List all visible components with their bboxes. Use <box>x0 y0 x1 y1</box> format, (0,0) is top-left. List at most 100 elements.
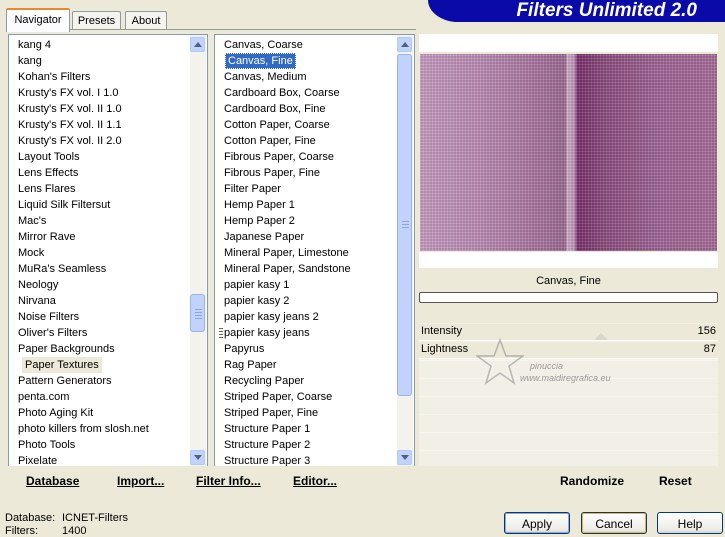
list-item[interactable]: Kohan's Filters <box>18 69 90 85</box>
list-item[interactable]: papier kasy 1 <box>224 277 289 293</box>
list-item[interactable]: Canvas, Medium <box>224 69 307 85</box>
list-item[interactable]: Nirvana <box>18 293 56 309</box>
list-item[interactable]: Mirror Rave <box>18 229 75 245</box>
list-item[interactable]: Cardboard Box, Fine <box>224 101 326 117</box>
tab-presets[interactable]: Presets <box>72 11 121 30</box>
list-item[interactable]: papier kasy jeans 2 <box>224 309 319 325</box>
arrow-down-icon <box>193 455 202 460</box>
list-item[interactable]: Rag Paper <box>224 357 277 373</box>
cancel-button[interactable]: Cancel <box>581 512 647 534</box>
scroll-down-button[interactable] <box>397 450 412 465</box>
list-item[interactable]: Mineral Paper, Limestone <box>224 245 349 261</box>
param-row-empty <box>419 396 718 413</box>
list-item[interactable]: Striped Paper, Fine <box>224 405 318 421</box>
list-item[interactable]: Paper Textures <box>22 357 102 373</box>
category-list[interactable]: kang 4 kang Kohan's Filters Krusty's FX vol… <box>8 34 208 468</box>
watermark-url: www.maidiregrafica.eu <box>520 373 611 383</box>
status-filters-value: 1400 <box>62 525 87 537</box>
list-item[interactable]: Cotton Paper, Fine <box>224 133 316 149</box>
filter-list[interactable]: Canvas, Coarse Canvas, Fine Canvas, Medium… <box>214 34 415 468</box>
param-intensity[interactable]: Intensity 156 <box>419 324 718 341</box>
list-item[interactable]: MuRa's Seamless <box>18 261 106 277</box>
preview-bottom-strip <box>419 252 718 268</box>
arrow-up-icon <box>400 42 409 47</box>
status-database-value: ICNET-Filters <box>62 512 128 524</box>
import-button[interactable]: Import... <box>117 474 164 489</box>
list-item[interactable]: Krusty's FX vol. II 1.0 <box>18 101 122 117</box>
scroll-thumb[interactable] <box>397 54 412 396</box>
param-value: 87 <box>703 343 716 355</box>
list-item[interactable]: Fibrous Paper, Coarse <box>224 149 334 165</box>
list-item[interactable]: kang <box>18 53 42 69</box>
list-item[interactable]: photo killers from slosh.net <box>18 421 149 437</box>
list-item[interactable]: Photo Aging Kit <box>18 405 93 421</box>
list-item[interactable]: Photo Tools <box>18 437 75 453</box>
list-item[interactable]: kang 4 <box>18 37 51 53</box>
list-item[interactable]: Liquid Silk Filtersut <box>18 197 110 213</box>
list-item[interactable]: Mineral Paper, Sandstone <box>224 261 351 277</box>
slider-pointer-icon <box>594 333 608 340</box>
arrow-down-icon <box>400 455 409 460</box>
list-item[interactable]: Mac's <box>18 213 46 229</box>
category-scrollbar[interactable] <box>190 35 206 467</box>
list-item[interactable]: Krusty's FX vol. II 2.0 <box>18 133 122 149</box>
list-item[interactable]: papier kasy jeans <box>224 325 310 341</box>
help-button[interactable]: Help <box>657 512 723 534</box>
star-watermark-icon <box>474 337 526 386</box>
scroll-up-button[interactable] <box>190 37 205 52</box>
list-item[interactable]: Krusty's FX vol. II 1.1 <box>18 117 122 133</box>
list-item[interactable]: Layout Tools <box>18 149 80 165</box>
randomize-button[interactable]: Randomize <box>560 474 624 489</box>
scroll-thumb[interactable] <box>190 294 205 332</box>
list-item[interactable]: Oliver's Filters <box>18 325 87 341</box>
apply-button[interactable]: Apply <box>504 512 570 534</box>
filter-scrollbar[interactable] <box>397 35 413 467</box>
list-item[interactable]: Hemp Paper 1 <box>224 197 295 213</box>
list-item[interactable]: Pattern Generators <box>18 373 112 389</box>
list-item[interactable]: Hemp Paper 2 <box>224 213 295 229</box>
arrow-up-icon <box>193 42 202 47</box>
grip-line <box>195 315 202 316</box>
param-label: Intensity <box>421 325 462 337</box>
grip-line <box>402 221 409 222</box>
list-item[interactable]: Lens Effects <box>18 165 78 181</box>
app-title: Filters Unlimited 2.0 <box>516 0 697 21</box>
preview-image <box>420 54 717 251</box>
filter-info-button[interactable]: Filter Info... <box>196 474 261 489</box>
list-item[interactable]: Structure Paper 2 <box>224 437 310 453</box>
list-item[interactable]: penta.com <box>18 389 69 405</box>
list-item[interactable]: Lens Flares <box>18 181 75 197</box>
list-item[interactable]: Filter Paper <box>224 181 281 197</box>
tab-about[interactable]: About <box>125 11 167 30</box>
list-item[interactable]: Striped Paper, Coarse <box>224 389 332 405</box>
list-item[interactable]: Cotton Paper, Coarse <box>224 117 330 133</box>
watermark-text: pinuccia <box>530 361 564 371</box>
scroll-up-button[interactable] <box>397 37 412 52</box>
param-row-empty <box>419 432 718 449</box>
grip-line <box>402 224 409 225</box>
editor-button[interactable]: Editor... <box>293 474 337 489</box>
grip-line <box>402 227 409 228</box>
list-item[interactable]: Recycling Paper <box>224 373 304 389</box>
preview-top-strip <box>419 34 718 52</box>
list-item[interactable]: Krusty's FX vol. I 1.0 <box>18 85 119 101</box>
list-item[interactable]: Mock <box>18 245 44 261</box>
param-lightness[interactable]: Lightness 87 <box>419 342 718 359</box>
tab-navigator[interactable]: Navigator <box>6 8 70 32</box>
list-item[interactable]: Papyrus <box>224 341 264 357</box>
list-item[interactable]: papier kasy 2 <box>224 293 289 309</box>
list-item[interactable]: Noise Filters <box>18 309 79 325</box>
list-item[interactable]: Structure Paper 1 <box>224 421 310 437</box>
database-button[interactable]: Database <box>26 474 79 489</box>
list-marker-icon <box>219 328 223 338</box>
list-item[interactable]: Japanese Paper <box>224 229 304 245</box>
list-item[interactable]: Fibrous Paper, Fine <box>224 165 320 181</box>
list-item[interactable]: Canvas, Coarse <box>224 37 303 53</box>
reset-button[interactable]: Reset <box>659 474 692 489</box>
preview-filter-name: Canvas, Fine <box>536 275 601 287</box>
list-item[interactable]: Cardboard Box, Coarse <box>224 85 340 101</box>
scroll-down-button[interactable] <box>190 450 205 465</box>
list-item[interactable]: Canvas, Fine <box>225 53 296 69</box>
list-item[interactable]: Paper Backgrounds <box>18 341 115 357</box>
list-item[interactable]: Neology <box>18 277 58 293</box>
